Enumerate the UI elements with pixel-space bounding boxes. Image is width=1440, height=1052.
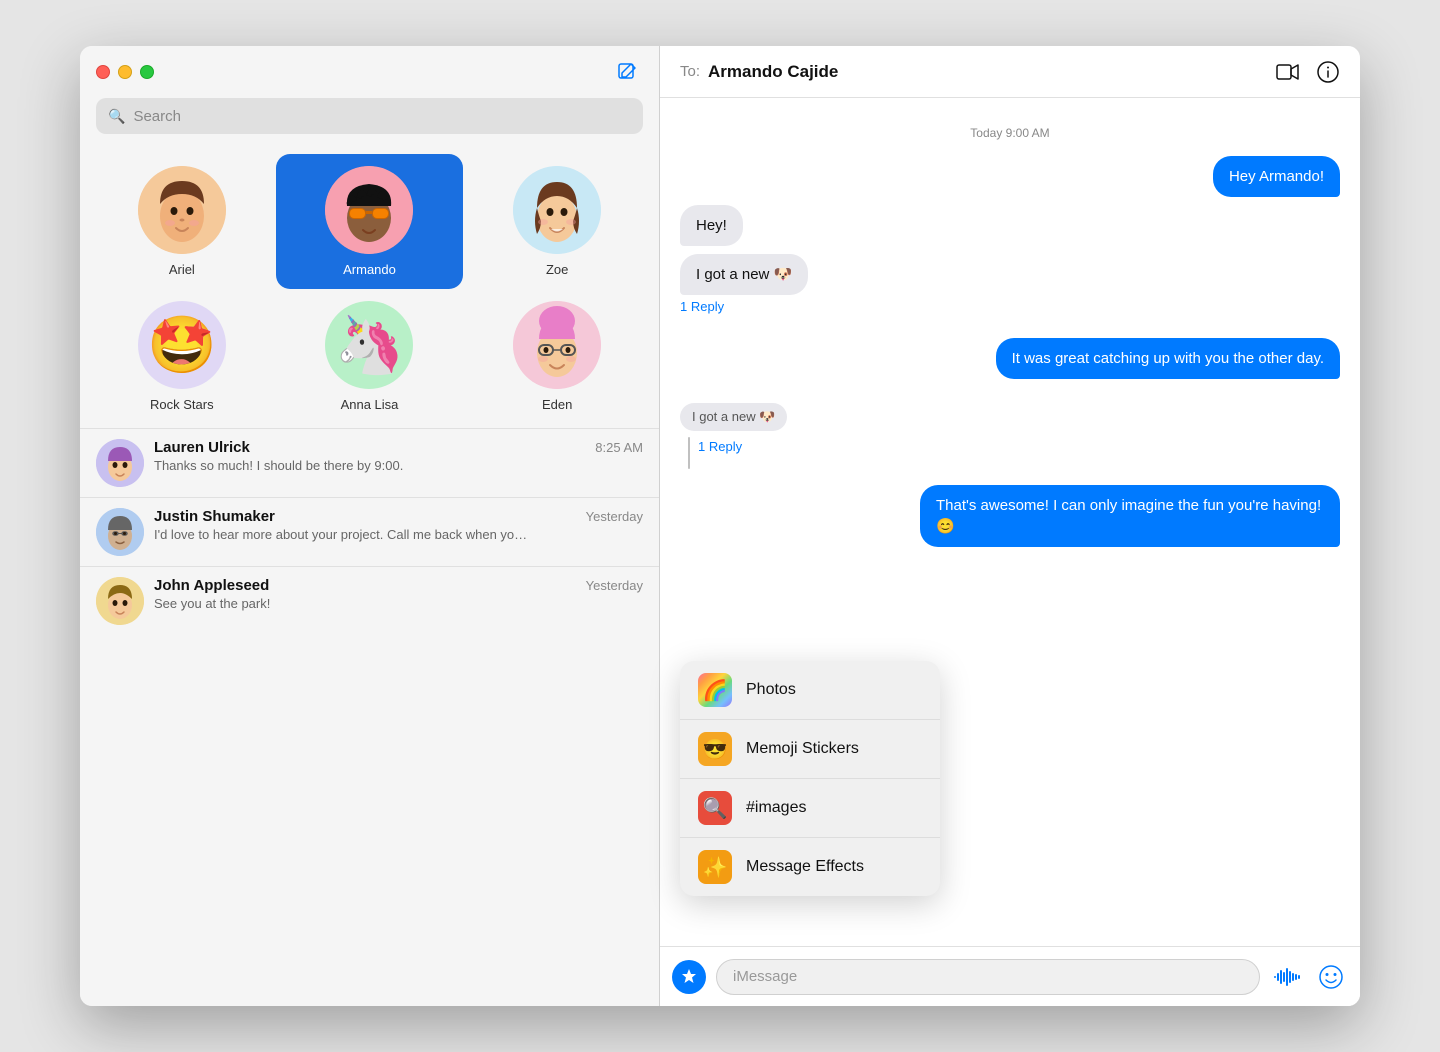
chat-header-left: To: Armando Cajide <box>680 62 838 82</box>
conv-preview-lauren: Thanks so much! I should be there by 9:0… <box>154 458 534 473</box>
conv-avatar-john <box>96 577 144 625</box>
message-row-2: Hey! <box>680 205 1340 246</box>
bubble-text-4: It was great catching up with you the ot… <box>1012 350 1324 367</box>
bubble-6: That's awesome! I can only imagine the f… <box>920 485 1340 547</box>
popup-item-images[interactable]: 🔍 #images <box>680 779 940 838</box>
pinned-label-zoe: Zoe <box>546 262 568 277</box>
conv-preview-justin: I'd love to hear more about your project… <box>154 527 534 542</box>
conv-name-justin: Justin Shumaker <box>154 508 275 525</box>
conv-item-lauren[interactable]: Lauren Ulrick 8:25 AM Thanks so much! I … <box>80 428 659 497</box>
input-bar: iMessage <box>660 946 1360 1006</box>
conv-item-john[interactable]: John Appleseed Yesterday See you at the … <box>80 566 659 635</box>
search-label: Search <box>133 108 181 125</box>
close-button[interactable] <box>96 65 110 79</box>
to-label: To: <box>680 63 700 80</box>
bubble-1: Hey Armando! <box>1213 156 1340 197</box>
pinned-label-annalisa: Anna Lisa <box>341 397 399 412</box>
pinned-label-eden: Eden <box>542 397 572 412</box>
conv-details-justin: Justin Shumaker Yesterday I'd love to he… <box>154 508 643 542</box>
memoji-icon: 😎 <box>698 732 732 766</box>
bubble-2: Hey! <box>680 205 743 246</box>
pinned-contacts-grid: Ariel <box>80 146 659 428</box>
bubble-text-1: Hey Armando! <box>1229 168 1324 185</box>
avatar-zoe <box>513 166 601 254</box>
titlebar <box>80 46 659 98</box>
message-input[interactable]: iMessage <box>716 959 1260 995</box>
thread-preview: I got a new 🐶 <box>680 403 787 431</box>
images-icon: 🔍 <box>698 791 732 825</box>
app-store-button[interactable] <box>672 960 706 994</box>
pinned-item-armando[interactable]: Armando <box>276 154 464 289</box>
reply-link-1[interactable]: 1 Reply <box>680 299 724 314</box>
conv-avatar-lauren <box>96 439 144 487</box>
bubble-3: I got a new 🐶 <box>680 254 808 295</box>
message-row-4: It was great catching up with you the ot… <box>680 338 1340 379</box>
avatar-annalisa: 🦄 <box>325 301 413 389</box>
conv-time-john: Yesterday <box>586 578 643 593</box>
popup-label-memoji: Memoji Stickers <box>746 740 859 758</box>
chat-header: To: Armando Cajide <box>660 46 1360 98</box>
bubble-4: It was great catching up with you the ot… <box>996 338 1340 379</box>
message-row-5: I got a new 🐶 1 Reply <box>680 403 1340 469</box>
conv-time-lauren: 8:25 AM <box>595 440 643 455</box>
conv-item-justin[interactable]: Justin Shumaker Yesterday I'd love to he… <box>80 497 659 566</box>
pinned-item-annalisa[interactable]: 🦄 Anna Lisa <box>276 289 464 424</box>
pinned-label-armando: Armando <box>343 262 396 277</box>
minimize-button[interactable] <box>118 65 132 79</box>
traffic-lights <box>96 65 154 79</box>
conversation-list: Lauren Ulrick 8:25 AM Thanks so much! I … <box>80 428 659 1006</box>
recipient-name: Armando Cajide <box>708 62 838 82</box>
avatar-armando <box>325 166 413 254</box>
message-row-6: That's awesome! I can only imagine the f… <box>680 485 1340 547</box>
compose-button[interactable] <box>611 56 643 88</box>
conv-name-john: John Appleseed <box>154 577 269 594</box>
conv-avatar-justin <box>96 508 144 556</box>
conv-details-lauren: Lauren Ulrick 8:25 AM Thanks so much! I … <box>154 439 643 473</box>
pinned-item-rockstars[interactable]: 🤩 Rock Stars <box>88 289 276 424</box>
popup-item-memoji[interactable]: 😎 Memoji Stickers <box>680 720 940 779</box>
app-window: 🔍 Search <box>80 46 1360 1006</box>
maximize-button[interactable] <box>140 65 154 79</box>
photos-icon: 🌈 <box>698 673 732 707</box>
reply-link-2[interactable]: 1 Reply <box>694 439 742 454</box>
search-bar[interactable]: 🔍 Search <box>96 98 643 134</box>
emoji-button[interactable] <box>1314 960 1348 994</box>
pinned-item-eden[interactable]: Eden <box>463 289 651 424</box>
popup-label-images: #images <box>746 799 806 817</box>
video-call-button[interactable] <box>1276 60 1300 84</box>
effects-icon: ✨ <box>698 850 732 884</box>
avatar-ariel <box>138 166 226 254</box>
popup-item-effects[interactable]: ✨ Message Effects <box>680 838 940 896</box>
conv-name-lauren: Lauren Ulrick <box>154 439 250 456</box>
pinned-label-ariel: Ariel <box>169 262 195 277</box>
chat-area: To: Armando Cajide <box>660 46 1360 1006</box>
popup-label-photos: Photos <box>746 681 796 699</box>
bubble-text-3: I got a new 🐶 <box>696 266 792 283</box>
pinned-item-zoe[interactable]: Zoe <box>463 154 651 289</box>
pinned-item-ariel[interactable]: Ariel <box>88 154 276 289</box>
timestamp-label: Today 9:00 AM <box>680 126 1340 140</box>
message-row-1: Hey Armando! <box>680 156 1340 197</box>
avatar-rockstars: 🤩 <box>138 301 226 389</box>
conv-preview-john: See you at the park! <box>154 596 534 611</box>
chat-header-actions <box>1276 60 1340 84</box>
pinned-label-rockstars: Rock Stars <box>150 397 214 412</box>
input-placeholder: iMessage <box>733 968 797 985</box>
search-icon: 🔍 <box>108 108 125 125</box>
audio-waveform-button[interactable] <box>1270 960 1304 994</box>
popup-item-photos[interactable]: 🌈 Photos <box>680 661 940 720</box>
popup-menu: 🌈 Photos 😎 Memoji Stickers 🔍 #images ✨ <box>680 661 940 896</box>
popup-label-effects: Message Effects <box>746 858 864 876</box>
avatar-eden <box>513 301 601 389</box>
message-row-3: I got a new 🐶 1 Reply <box>680 254 1340 314</box>
bubble-text-6: That's awesome! I can only imagine the f… <box>936 497 1321 535</box>
info-button[interactable] <box>1316 60 1340 84</box>
bubble-text-2: Hey! <box>696 217 727 234</box>
conv-details-john: John Appleseed Yesterday See you at the … <box>154 577 643 611</box>
sidebar: 🔍 Search <box>80 46 660 1006</box>
conv-time-justin: Yesterday <box>586 509 643 524</box>
